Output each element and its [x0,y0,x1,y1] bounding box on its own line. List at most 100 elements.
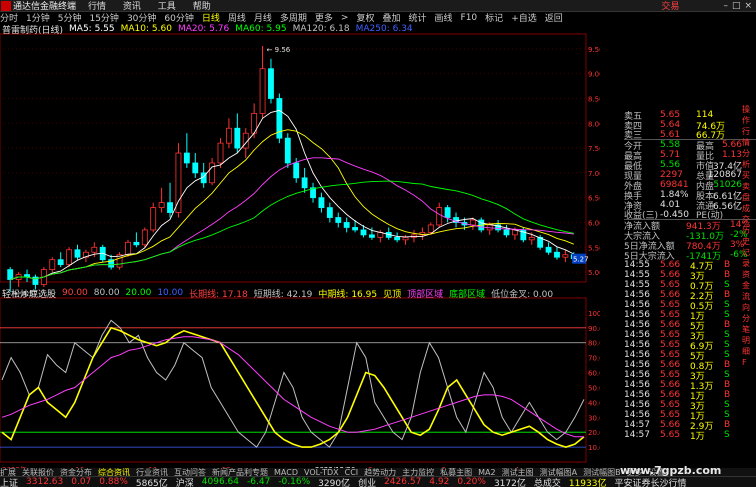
sidebar-tab-char[interactable]: 录 [742,258,756,269]
candle-body [7,269,14,280]
sidebar-tab-char[interactable]: 流 [742,291,756,302]
sidebar-tab-char[interactable]: 分 [742,148,756,159]
period-0[interactable]: 分时 [0,12,18,23]
tick-time: 14:55 [624,260,650,270]
stock-name: 普雷制药(日线) [2,25,64,35]
candle-body [158,202,165,208]
candle-body [503,229,510,236]
sidebar-tab-char[interactable]: 盘 [742,192,756,203]
close-icon[interactable]: × [744,1,752,11]
candle-body [427,224,434,233]
price-tick-label: 6.00 [588,219,600,227]
sidebar-tab-char[interactable]: 资 [742,269,756,280]
candle-body [343,222,350,228]
sidebar-tab-char[interactable]: 成 [742,203,756,214]
minimize-icon[interactable]: – [723,1,728,11]
menu-quotes[interactable]: 行情 [88,2,106,11]
indicator-legend-item: 20.00 [125,288,152,298]
tick-side: B [724,420,731,430]
ma-legend-item: MA20: 5.76 [177,24,230,34]
tick-price: 5.65 [660,370,681,380]
period-12[interactable]: 复权 [356,12,374,23]
sidebar-tab-char[interactable]: 记 [742,247,756,258]
quote-value: 5.56 [660,160,681,170]
indicator-legend-item: 中期线: 16.95 [318,289,378,299]
period-4[interactable]: 30分钟 [127,12,156,23]
status-item: 总成交 [533,478,561,487]
price-tick-label: 8.50 [588,95,600,103]
sidebar-tab-char[interactable]: 买 [742,170,756,181]
period-2[interactable]: 5分钟 [58,12,82,23]
trade-button[interactable]: 交易 [661,0,679,11]
period-18[interactable]: +自选 [511,12,537,23]
app-logo-icon [1,0,11,11]
period-3[interactable]: 15分钟 [89,12,118,23]
tick-row: 14:57 5.65 1万 S [624,430,756,442]
period-16[interactable]: F10 [461,13,478,23]
period-10[interactable]: 更多 [315,12,333,23]
menu-news[interactable]: 资讯 [123,2,141,11]
candle-body [301,177,308,189]
sidebar-tab-char[interactable]: 行 [742,126,756,137]
sidebar-tab-char[interactable]: 析 [742,159,756,170]
period-13[interactable]: 叠加 [382,12,400,23]
candle-body [528,236,535,241]
maximize-icon[interactable]: □ [732,1,741,11]
index-status-bar: 上证 3312.63 0.07 0.88% 5865亿 沪深 4096.64 -6.47 -0.… [0,476,756,487]
indicator-legend-item: 90.00 [62,288,88,298]
period-9[interactable]: 多周期 [280,12,307,23]
sidebar-tab-char[interactable]: 明 [742,335,756,346]
menu-tools[interactable]: 工具 [158,2,176,11]
quote-row: 卖三 5.61 66.7万 [624,129,756,141]
sidebar-tab-char[interactable]: 细 [742,346,756,357]
indicator-tick-label: 40.00 [588,399,600,407]
quote-value: 5.61 [660,129,681,140]
candle-body [469,219,476,226]
period-14[interactable]: 统计 [409,12,427,23]
tick-time: 14:56 [624,380,650,390]
status-item: 0.07 [71,477,92,487]
status-item: 4096.64 [201,477,240,487]
tick-side: S [724,430,730,440]
quote-value: 4.01 [660,200,681,210]
indicator-tick-label: 60.00 [588,370,600,378]
period-11[interactable]: > [341,13,349,23]
sidebar-tab-char[interactable]: 卖 [742,181,756,192]
sidebar-tab-char[interactable]: 史 [742,236,756,247]
sidebar-tab-char[interactable]: 作 [742,115,756,126]
sidebar-tab-char[interactable]: F [742,357,756,368]
sidebar-tab-char[interactable]: 历 [742,225,756,236]
tick-price: 5.65 [660,340,681,350]
quote-row: 卖四 5.64 74.6万 [624,120,756,132]
period-7[interactable]: 周线 [228,12,246,23]
period-19[interactable]: 返回 [545,12,563,23]
period-1[interactable]: 1分钟 [26,12,50,23]
tick-time: 14:56 [624,410,650,420]
sidebar-tab-char[interactable]: 情 [742,137,756,148]
sidebar-tab-char[interactable]: 分 [742,313,756,324]
candle-body [133,241,140,246]
tick-volume: 1万 [690,431,705,442]
period-8[interactable]: 月线 [254,12,272,23]
ma-legend-item: MA60: 5.95 [235,24,287,34]
price-tick-label: 5.50 [588,244,600,252]
period-17[interactable]: 标记 [485,12,503,23]
sidebar-tab-char[interactable]: 笔 [742,324,756,335]
menu-help[interactable]: 帮助 [193,2,211,11]
indicator-tick-label: 10.00 [588,444,600,452]
tick-price: 5.66 [660,390,681,400]
sidebar-tab-char[interactable]: 向 [742,302,756,313]
indicator-tick-label: 50.00 [588,384,600,392]
sidebar-tab-char[interactable]: 操 [742,104,756,115]
tick-side: S [724,400,730,410]
tick-time: 14:56 [624,340,650,350]
candle-body [150,207,157,231]
sidebar-tab-char[interactable]: 金 [742,280,756,291]
right-sidebar-tabs[interactable]: 操作行情分析买卖盘成交历史记录资金流向分笔明细F [742,104,756,464]
candle-body [318,197,325,208]
period-6[interactable]: 日线 [202,12,220,23]
kline-chart[interactable]: 9.50 9.00 8.50 8.00 7.50 7.00 6.50 6.00 5.50 5.00… [0,24,600,476]
sidebar-tab-char[interactable]: 交 [742,214,756,225]
period-5[interactable]: 60分钟 [164,12,193,23]
period-15[interactable]: 画线 [435,12,453,23]
